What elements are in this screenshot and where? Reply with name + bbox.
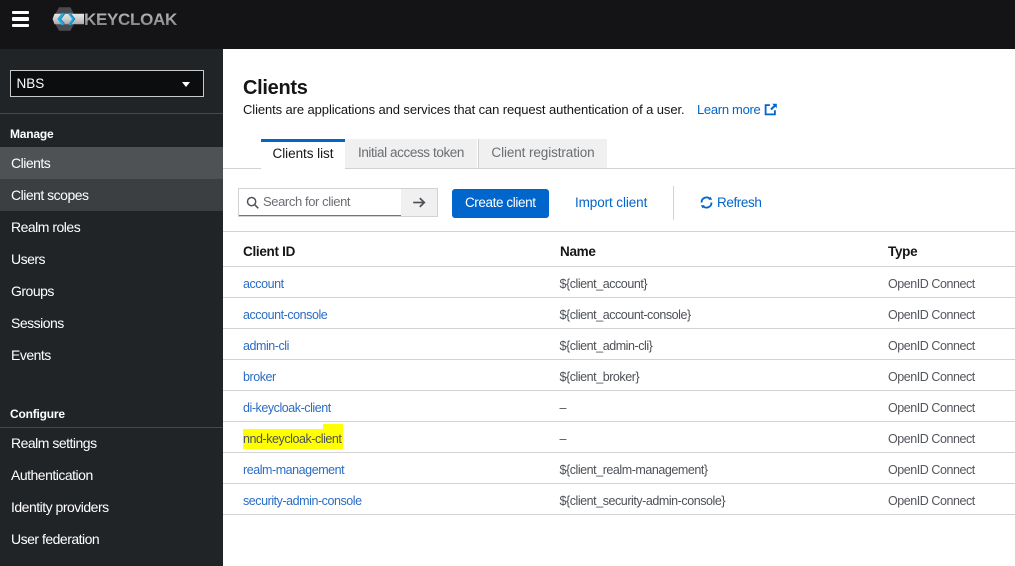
svg-text:KEYCLOAK: KEYCLOAK: [84, 10, 178, 29]
